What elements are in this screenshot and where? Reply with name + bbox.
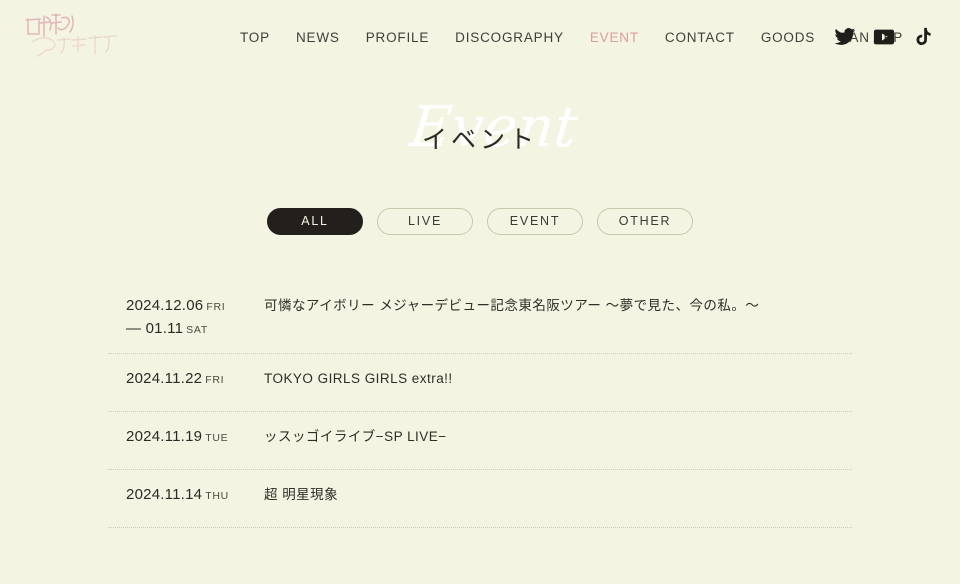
event-date-dow: FRI	[205, 374, 225, 386]
filter-tab-live[interactable]: LIVE	[377, 208, 473, 235]
event-list-item[interactable]: 2024.12.06 FRI — 01.11 SAT 可憐なアイボリー メジャーデビ…	[108, 281, 852, 353]
main-navigation: TOP NEWS PROFILE DISCOGRAPHY EVENT CONTA…	[240, 29, 916, 47]
event-title: TOKYO GIRLS GIRLS extra!!	[264, 371, 453, 386]
filter-tab-event[interactable]: EVENT	[487, 208, 583, 235]
event-date-line-1: 2024.11.19 TUE	[126, 426, 258, 449]
page-title: Event イベント	[0, 95, 960, 184]
event-date-value: 2024.12.06	[126, 297, 204, 314]
event-list-item[interactable]: 2024.11.19 TUE ッスッゴイライブ−SP LIVE−	[108, 412, 852, 469]
nav-link-news[interactable]: NEWS	[283, 29, 353, 47]
event-date-dow: THU	[205, 490, 230, 502]
event-date-end-dow: SAT	[186, 324, 209, 336]
event-date-dow: FRI	[206, 301, 226, 313]
event-date: 2024.11.19 TUE	[108, 423, 258, 449]
event-date-line-1: 2024.11.22 FRI	[126, 368, 258, 391]
filter-tab-all[interactable]: ALL	[267, 208, 363, 235]
tiktok-icon[interactable]	[912, 26, 934, 48]
event-date-line-2: — 01.11 SAT	[126, 318, 258, 341]
page-title-japanese: イベント	[421, 126, 538, 154]
event-title: 超 明星現象	[264, 487, 339, 502]
site-header: 可憐な アイボリー TOP NEWS PROFILE DISCOGRAPHY E…	[0, 0, 960, 76]
event-date-value: 2024.11.19	[126, 428, 203, 445]
nav-link-top[interactable]: TOP	[240, 29, 283, 47]
event-date: 2024.11.14 THU	[108, 481, 258, 507]
event-date: 2024.11.22 FRI	[108, 365, 258, 391]
nav-link-discography[interactable]: DISCOGRAPHY	[442, 29, 577, 47]
nav-link-event[interactable]: EVENT	[577, 29, 652, 47]
event-date-end-value: — 01.11	[126, 320, 184, 337]
event-date-dow: TUE	[205, 432, 229, 444]
nav-link-contact[interactable]: CONTACT	[652, 29, 748, 47]
event-title: ッスッゴイライブ−SP LIVE−	[264, 429, 447, 444]
event-title: 可憐なアイボリー メジャーデビュー記念東名阪ツアー 〜夢で見た、今の私。〜	[264, 298, 760, 313]
social-links	[834, 26, 934, 48]
nav-link-goods[interactable]: GOODS	[748, 29, 828, 47]
event-filter-bar: ALL LIVE EVENT OTHER	[0, 208, 960, 235]
nav-link-profile[interactable]: PROFILE	[353, 29, 442, 47]
event-list-item[interactable]: 2024.11.14 THU 超 明星現象	[108, 470, 852, 527]
youtube-icon[interactable]	[873, 26, 895, 48]
twitter-icon[interactable]	[834, 26, 856, 48]
event-date-value: 2024.11.14	[126, 486, 203, 503]
event-list-item[interactable]: 2024.11.22 FRI TOKYO GIRLS GIRLS extra!!	[108, 354, 852, 411]
site-logo[interactable]: 可憐な アイボリー	[16, 6, 126, 58]
event-date-line-1: 2024.11.14 THU	[126, 484, 258, 507]
event-date-value: 2024.11.22	[126, 370, 203, 387]
list-divider	[108, 527, 852, 528]
event-date: 2024.12.06 FRI — 01.11 SAT	[108, 292, 258, 341]
event-date-line-1: 2024.12.06 FRI	[126, 295, 258, 318]
filter-tab-other[interactable]: OTHER	[597, 208, 693, 235]
event-list: 2024.12.06 FRI — 01.11 SAT 可憐なアイボリー メジャーデビ…	[108, 281, 852, 528]
